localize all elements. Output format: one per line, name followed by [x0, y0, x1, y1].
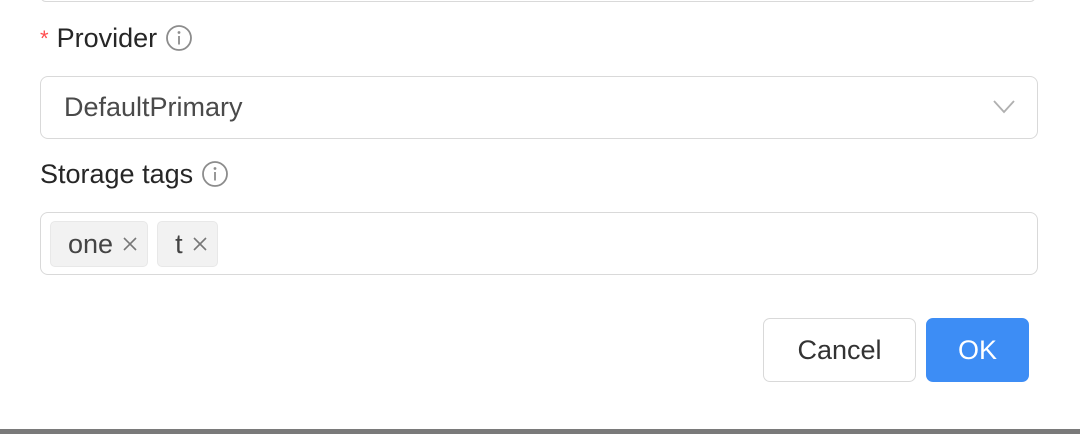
bottom-divider — [0, 429, 1080, 434]
tag-list: one t — [50, 221, 218, 267]
provider-select[interactable]: DefaultPrimary — [40, 76, 1038, 139]
info-icon[interactable] — [201, 160, 229, 188]
chevron-down-icon[interactable] — [993, 100, 1015, 119]
close-icon[interactable] — [123, 237, 137, 251]
ok-button[interactable]: OK — [926, 318, 1029, 382]
tag-label: t — [175, 228, 183, 259]
close-icon[interactable] — [193, 237, 207, 251]
required-mark: * — [40, 26, 49, 51]
tag-label: one — [68, 228, 114, 259]
previous-field-box[interactable] — [40, 0, 1036, 2]
storage-tags-label: Storage tags — [40, 158, 194, 189]
tag-t: t — [157, 221, 218, 267]
provider-label-row: * Provider — [40, 20, 193, 56]
storage-tags-label-row: Storage tags — [40, 156, 229, 192]
cancel-button[interactable]: Cancel — [763, 318, 916, 382]
tag-one: one — [50, 221, 149, 267]
provider-select-value: DefaultPrimary — [64, 92, 243, 122]
provider-label: Provider — [56, 22, 158, 53]
info-icon[interactable] — [165, 24, 193, 52]
storage-tags-input[interactable]: one t — [40, 212, 1038, 275]
